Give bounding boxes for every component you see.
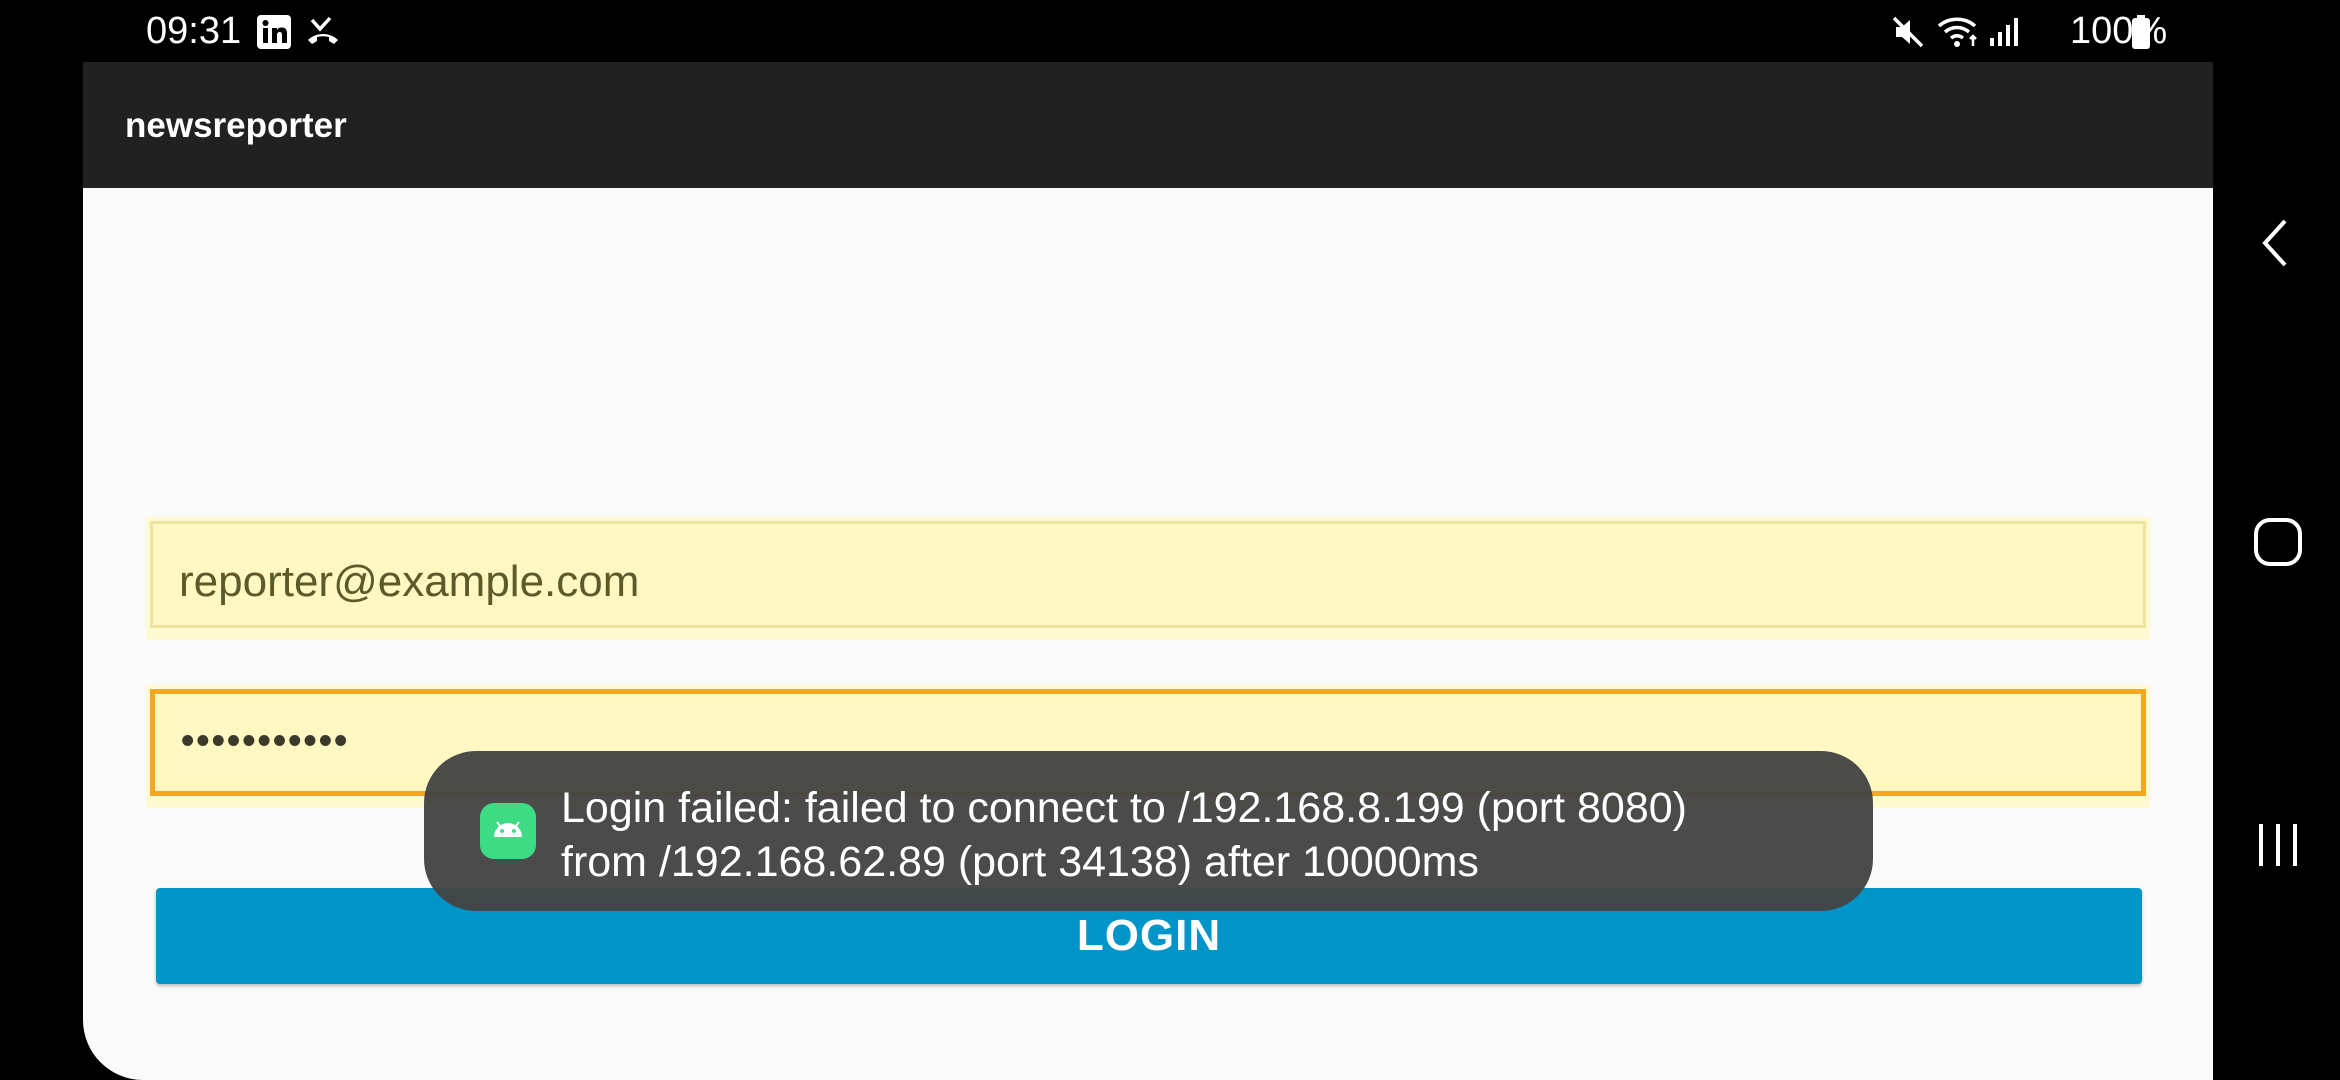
app-window: newsreporter reporter@example.com ••••••… [83,62,2213,1080]
signal-icon [1986,14,2022,55]
home-icon[interactable] [2253,517,2303,572]
android-icon [480,803,536,859]
status-bar: 09:31 100% [0,0,2340,62]
email-field[interactable]: reporter@example.com [150,521,2146,628]
missed-call-icon [304,14,342,55]
email-value: reporter@example.com [179,557,640,606]
recents-icon[interactable] [2255,820,2301,875]
app-toolbar: newsreporter [83,62,2213,188]
toast-line-2: from /192.168.62.89 (port 34138) after 1… [561,838,1479,886]
battery-percent: 100% [2070,10,2168,52]
navigation-bar [2213,62,2340,1080]
app-title: newsreporter [125,106,347,145]
error-toast: Login failed: failed to connect to /192.… [424,751,1873,911]
wifi-icon [1935,14,1981,55]
password-value: ••••••••••• [181,720,350,762]
status-time: 09:31 [146,10,242,52]
linkedin-icon [256,14,292,55]
back-icon[interactable] [2255,215,2295,276]
toast-line-1: Login failed: failed to connect to /192.… [561,784,1687,832]
email-field-container: reporter@example.com [146,517,2150,640]
mute-icon [1890,14,1926,55]
battery-icon [2130,14,2152,55]
toast-message: Login failed: failed to connect to /192.… [561,781,1687,889]
